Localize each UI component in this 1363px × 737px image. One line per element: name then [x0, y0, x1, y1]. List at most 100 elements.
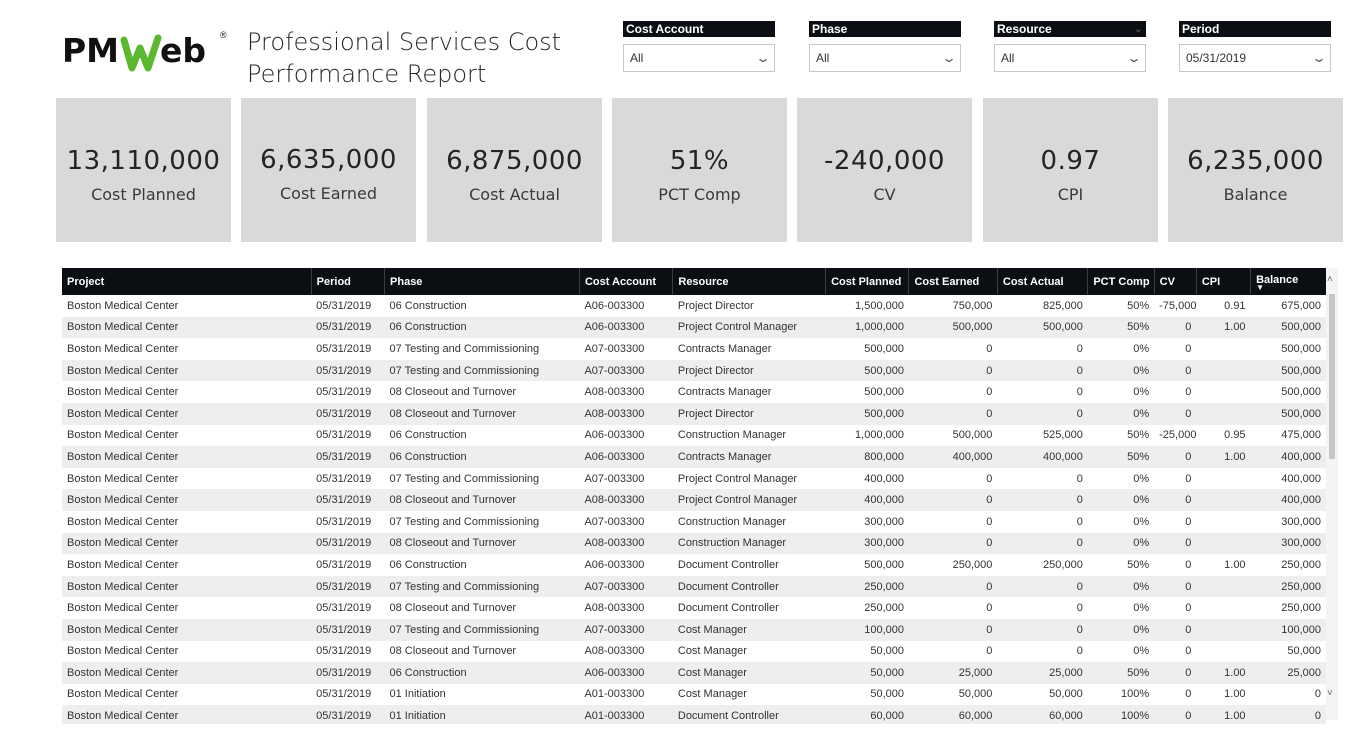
cell-cv: 0: [1154, 402, 1197, 425]
cell-balance: 300,000: [1250, 532, 1326, 555]
table-row[interactable]: Boston Medical Center 05/31/2019 06 Constr…: [62, 554, 1326, 576]
cell-phase: 07 Testing and Commissioning: [384, 618, 580, 641]
phase-dropdown[interactable]: All ⌄: [809, 44, 961, 72]
column-header-cost-planned[interactable]: Cost Planned: [825, 268, 910, 295]
cell-period: 05/31/2019: [311, 446, 385, 468]
cell-period: 05/31/2019: [311, 575, 385, 598]
table-row[interactable]: Boston Medical Center 05/31/2019 06 Constr…: [62, 425, 1326, 447]
cell-period: 05/31/2019: [316, 645, 372, 658]
table-row[interactable]: Boston Medical Center 05/31/2019 08 Closeo…: [62, 532, 1326, 555]
cell-pct-comp: 50%: [1127, 558, 1150, 571]
cell-balance: 0: [1250, 705, 1326, 724]
scroll-up-icon[interactable]: ˄: [1327, 274, 1333, 285]
cell-cpi: [1196, 338, 1250, 360]
table-row[interactable]: Boston Medical Center 05/31/2019 07 Testin…: [62, 618, 1326, 641]
column-header-cost-account[interactable]: Cost Account: [579, 268, 674, 295]
column-header-project[interactable]: Project: [62, 268, 312, 295]
column-header-balance[interactable]: Balance ▼: [1250, 268, 1326, 295]
chevron-down-icon: ⌄: [754, 51, 772, 65]
cell-balance: 400,000: [1250, 446, 1326, 468]
column-header-cost-actual[interactable]: Cost Actual: [997, 268, 1089, 295]
column-header-resource[interactable]: Resource: [672, 268, 827, 295]
cell-balance: 250,000: [1281, 558, 1321, 571]
cell-cost-earned: 750,000: [952, 299, 993, 312]
cell-resource: Cost Manager: [677, 688, 747, 701]
cell-project: Boston Medical Center: [67, 386, 179, 399]
column-header-phase[interactable]: Phase: [384, 268, 580, 295]
cell-cpi: [1196, 359, 1251, 382]
cost-account-dropdown[interactable]: All ⌄: [623, 44, 775, 72]
cell-pct-comp: 50%: [1127, 299, 1150, 312]
table-row[interactable]: Boston Medical Center 05/31/2019 06 Constr…: [62, 295, 1326, 317]
cell-cost-planned: 1,500,000: [855, 299, 904, 312]
cell-balance: 250,000: [1281, 602, 1321, 615]
cell-cost-actual: 0: [1076, 342, 1083, 355]
cell-period: 05/31/2019: [311, 618, 385, 641]
scroll-down-icon[interactable]: ˅: [1327, 688, 1333, 699]
cell-resource: Contracts Manager: [677, 342, 772, 355]
cell-cv: 0: [1154, 618, 1197, 641]
cell-period: 05/31/2019: [311, 705, 385, 724]
kpi-label: Cost Planned: [91, 185, 196, 204]
cell-cost-earned: 400,000: [908, 446, 998, 468]
column-header-cpi[interactable]: CPI: [1196, 268, 1252, 295]
cell-cost-planned: 50,000: [870, 645, 904, 658]
cell-phase: 01 Initiation: [389, 688, 446, 701]
chevron-down-icon: ⌄: [940, 51, 958, 65]
cell-cost-account: A08-003300: [579, 402, 673, 425]
chevron-down-icon: ⌄: [1310, 51, 1328, 65]
resource-dropdown[interactable]: All ⌄: [994, 44, 1146, 72]
cell-cpi: 1.00: [1196, 446, 1251, 468]
cell-phase: 08 Closeout and Turnover: [389, 386, 517, 399]
slicer-period: Period 05/31/2019 ⌄: [1179, 21, 1331, 72]
column-header-period[interactable]: Period: [311, 268, 386, 295]
cell-cost-earned: 0: [908, 489, 998, 511]
kpi-value: 6,235,000: [1187, 146, 1324, 176]
table-row[interactable]: Boston Medical Center 05/31/2019 08 Closeo…: [62, 381, 1326, 403]
table-row[interactable]: Boston Medical Center 05/31/2019 07 Testin…: [62, 468, 1326, 490]
table-row[interactable]: Boston Medical Center 05/31/2019 06 Constr…: [62, 316, 1326, 339]
table-scrollbar[interactable]: ˄ ˅: [1326, 268, 1338, 720]
cell-cpi: [1196, 402, 1251, 425]
table-row[interactable]: Boston Medical Center 05/31/2019 06 Constr…: [62, 662, 1326, 684]
table-row[interactable]: Boston Medical Center 05/31/2019 08 Closeo…: [62, 597, 1326, 619]
table-row[interactable]: Boston Medical Center 05/31/2019 07 Testin…: [62, 338, 1326, 360]
table-row[interactable]: Boston Medical Center 05/31/2019 08 Closeo…: [62, 489, 1326, 511]
cell-period: 05/31/2019: [316, 472, 372, 485]
cell-balance: 50,000: [1287, 645, 1321, 658]
kpi-label: CPI: [1057, 185, 1084, 204]
scroll-thumb[interactable]: [1329, 294, 1335, 459]
cell-cost-planned: 1,000,000: [855, 429, 904, 442]
table-row[interactable]: Boston Medical Center 05/31/2019 07 Testin…: [62, 359, 1326, 382]
cell-cost-actual: 525,000: [1043, 429, 1083, 442]
cell-pct-comp: 100%: [1087, 705, 1155, 724]
cell-project: Boston Medical Center: [62, 359, 312, 382]
cell-cost-planned: 500,000: [864, 386, 904, 399]
table-row[interactable]: Boston Medical Center 05/31/2019 07 Testin…: [62, 575, 1326, 598]
column-header-cv[interactable]: CV: [1154, 268, 1197, 295]
column-header-pct-comp[interactable]: PCT Comp: [1087, 268, 1155, 295]
cell-cpi: [1196, 641, 1250, 663]
slicer-phase: Phase All ⌄: [809, 21, 961, 72]
table-row[interactable]: Boston Medical Center 05/31/2019 06 Constr…: [62, 446, 1326, 468]
table-row[interactable]: Boston Medical Center 05/31/2019 07 Testin…: [62, 511, 1326, 533]
cell-phase: 07 Testing and Commissioning: [384, 359, 580, 382]
svg-text:PM: PM: [62, 31, 119, 70]
table-row[interactable]: Boston Medical Center 05/31/2019 08 Closeo…: [62, 641, 1326, 663]
cell-cv: 0: [1154, 532, 1197, 555]
cell-balance: 250,000: [1250, 575, 1326, 598]
cell-cv: -25,000: [1159, 429, 1197, 442]
cell-cv: 0: [1154, 359, 1197, 382]
kpi-label: PCT Comp: [658, 185, 741, 204]
table-row[interactable]: Boston Medical Center 05/31/2019 01 Initia…: [62, 684, 1326, 706]
chevron-down-icon: ⌄: [1125, 51, 1143, 65]
cell-balance: 500,000: [1250, 359, 1326, 382]
cell-cost-account: A07-003300: [579, 575, 673, 598]
kpi-label: Balance: [1223, 185, 1288, 204]
cell-cost-account: A07-003300: [584, 342, 645, 355]
column-header-cost-earned[interactable]: Cost Earned: [908, 268, 998, 295]
table-row[interactable]: Boston Medical Center 05/31/2019 08 Closeo…: [62, 402, 1326, 425]
cell-period: 05/31/2019: [316, 299, 372, 312]
period-dropdown[interactable]: 05/31/2019 ⌄: [1179, 44, 1331, 72]
table-row[interactable]: Boston Medical Center 05/31/2019 01 Initia…: [62, 705, 1326, 724]
